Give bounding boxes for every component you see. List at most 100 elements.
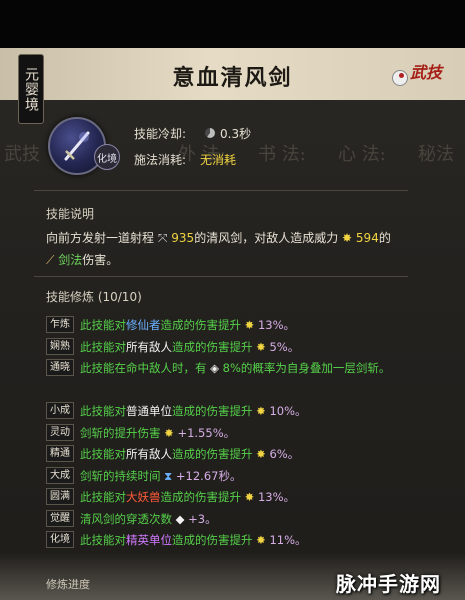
stage-target: 所有敌人 [126,339,172,354]
desc-text: 的清风剑，对敌人造成威力 [194,231,339,245]
desc-text: 向前方发射一道射程 [46,231,155,245]
category-label: 武技 [410,63,443,82]
stage-target: 修仙者 [126,318,161,332]
stage-tag: 娴熟 [46,337,74,355]
stage-text: 此技能对大妖兽造成的伤害提升 ✸ 13%。 [80,488,295,506]
stage-text-pre: 此技能对 [80,339,126,354]
stage-tag: 化境 [46,531,74,548]
stage-tag: 觉醒 [46,509,74,527]
stage-value: +1.55%。 [177,425,236,440]
stage-text-pre: 剑斩的持续时间 [80,468,161,483]
star-icon: ✸ [256,533,266,547]
range-value: 935 [171,231,195,245]
star-icon: ✸ [256,447,266,461]
stage-value: 13%。 [257,318,296,332]
description-title: 技能说明 [46,207,95,221]
stage-text: 剑斩的持续时间 ⧗ +12.67秒。 [80,467,241,485]
category-circle-icon [392,70,408,86]
list-item: 灵动 剑斩的提升伤害 ✸ +1.55%。 [46,422,446,444]
stage-tag: 小成 [46,402,74,419]
watermark: 脉冲手游网 [336,572,441,596]
stage-text: 清风剑的穿透次数 ◆ +3。 [80,510,217,528]
faded-tab: 心 法: [338,144,386,165]
damage-type: 剑法 [58,253,83,267]
top-black-bar [0,0,465,48]
list-item: 小成 此技能对普通单位造成的伤害提升 ✸ 10%。 [46,400,446,422]
star-icon: ✸ [256,339,266,354]
stage-text-pre: 此技能对 [80,404,126,418]
stage-text: 此技能对修仙者造成的伤害提升 ✸ 13%。 [80,316,295,334]
realm-tag: 元婴境 [18,54,44,124]
power-value: 594 [355,231,379,245]
cost-label: 施法消耗: [134,153,187,167]
stage-target: 普通单位 [126,404,172,418]
stage-tag: 乍炼 [46,316,74,333]
stage-text: 此技能在命中敌人时，有 ◈ 8%的概率为自身叠加一层剑斩。 [80,359,430,377]
list-item: 通晓 此技能在命中敌人时，有 ◈ 8%的概率为自身叠加一层剑斩。 [46,357,446,400]
list-item: 大成 剑斩的持续时间 ⧗ +12.67秒。 [46,465,446,487]
stage-text-pre: 此技能对 [80,447,126,461]
stage-value: +3。 [188,511,217,526]
description-line-2: ⟋ 剑法伤害。 [46,251,118,268]
star-icon: ✸ [244,318,255,332]
stage-target: 精英单位 [126,533,172,547]
list-item: 圆满 此技能对大妖兽造成的伤害提升 ✸ 13%。 [46,486,446,508]
stage-text-post: 造成的伤害提升 [160,318,242,332]
stage-value: 5%。 [269,339,300,354]
progress-label: 修炼进度 [46,578,90,591]
stage-text: 此技能对所有敌人造成的伤害提升 ✸ 6%。 [80,445,299,463]
stage-value: 10%。 [269,404,307,418]
stage-value: 6%。 [269,447,300,461]
stage-tag: 大成 [46,466,74,484]
faded-tab: 秘法 [418,144,454,165]
stage-text-pre: 此技能对 [80,490,126,504]
range-icon: ⤧ [157,231,168,245]
stage-text-pre: 此技能对 [80,533,126,547]
divider [34,276,408,277]
cultivation-list: 乍炼 此技能对修仙者造成的伤害提升 ✸ 13%。 娴熟 此技能对所有敌人造成的伤… [46,314,446,551]
stage-target: 所有敌人 [126,447,172,461]
star-icon: ✸ [164,425,174,440]
stage-text-post: 造成的伤害提升 [160,490,242,504]
level-badge: 化境 [94,144,120,170]
stage-text: 剑斩的提升伤害 ✸ +1.55%。 [80,424,235,442]
list-item: 精通 此技能对所有敌人造成的伤害提升 ✸ 6%。 [46,443,446,465]
stage-text-post: 造成的伤害提升 [172,447,253,461]
stage-tag: 精通 [46,445,74,462]
list-item: 娴熟 此技能对所有敌人造成的伤害提升 ✸ 5%。 [46,336,446,358]
skill-title: 意血清风剑 [172,65,293,91]
stage-text: 此技能对所有敌人造成的伤害提升 ✸ 5%。 [80,338,299,356]
stage-text-pre: 清风剑的穿透次数 [80,511,172,526]
realm-tag-label: 元婴境 [23,66,39,112]
stage-text-pre: 此技能对 [80,318,126,332]
divider [34,190,408,191]
stage-text: 此技能对精英单位造成的伤害提升 ✸ 11%。 [80,531,307,549]
list-item: 化境 此技能对精英单位造成的伤害提升 ✸ 11%。 [46,529,446,551]
cultivation-title: 技能修炼 (10/10) [46,290,142,304]
category-badge: 武技 [392,64,452,94]
buff-icon: ◈ [210,361,220,375]
stage-value: 11%。 [269,533,307,547]
cooldown-icon [205,128,215,138]
description-line-1: 向前方发射一道射程 ⤧ 935的清风剑，对敌人造成威力 ✸ 594的 [46,229,391,246]
power-star-icon: ✸ [342,231,353,245]
star-icon: ✸ [256,404,266,418]
stage-value: 13%。 [257,490,296,504]
stage-text: 此技能对普通单位造成的伤害提升 ✸ 10%。 [80,402,307,420]
stage-text-pre: 此技能在命中敌人时，有 [80,361,207,375]
stage-target: 大妖兽 [126,490,161,504]
stage-tag: 灵动 [46,423,74,441]
faded-tab: 书 法: [258,144,306,165]
cooldown-value: 0.3秒 [220,127,252,141]
stage-value: +12.67秒。 [175,468,242,483]
cooldown-label: 技能冷却: [134,127,187,141]
cost-value: 无消耗 [200,153,237,167]
stage-text-post: 8%的概率为自身叠加一层剑斩。 [222,361,391,375]
stage-tag: 圆满 [46,488,74,505]
sword-type-icon: ⟋ [46,253,55,267]
faded-tab: 武技 [4,144,40,165]
list-item: 觉醒 清风剑的穿透次数 ◆ +3。 [46,508,446,530]
pierce-icon: ◆ [175,511,185,526]
list-item: 乍炼 此技能对修仙者造成的伤害提升 ✸ 13%。 [46,314,446,336]
stage-text-pre: 剑斩的提升伤害 [80,425,161,440]
